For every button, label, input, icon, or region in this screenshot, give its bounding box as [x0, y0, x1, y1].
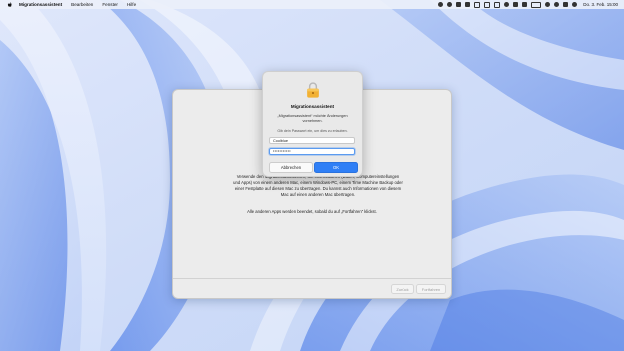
spotify-icon[interactable]	[447, 2, 453, 7]
menu-clock[interactable]: Do. 3. Feb. 15:00	[583, 2, 618, 7]
username-field[interactable]: Coolblue	[269, 137, 355, 144]
volume-icon[interactable]	[522, 2, 528, 7]
cancel-button[interactable]: Abbrechen	[269, 162, 313, 173]
wifi-icon[interactable]	[545, 2, 551, 7]
continue-button[interactable]: Fortfahren	[416, 284, 446, 294]
search-icon[interactable]	[554, 2, 560, 7]
quit-apps-note: Alle anderen Apps werden beendet, sobald…	[247, 209, 377, 214]
display-icon[interactable]	[494, 1, 501, 8]
footer-divider	[173, 278, 451, 279]
app-status-icon[interactable]	[456, 2, 462, 7]
record-icon[interactable]	[438, 2, 444, 7]
menu-app-name[interactable]: Migrationsassistent	[19, 2, 62, 7]
menu-edit[interactable]: Bearbeiten	[71, 2, 93, 7]
dialog-prompt: Gib dein Passwort ein, um dies zu erlaub…	[277, 129, 348, 133]
control-center-icon[interactable]	[563, 2, 569, 7]
bluetooth-icon[interactable]	[484, 1, 491, 8]
dialog-message: „Migrationsassistent“ möchte Änderungen …	[277, 114, 348, 123]
battery-icon[interactable]	[531, 1, 542, 8]
keyboard-icon[interactable]	[513, 2, 519, 7]
dialog-title: Migrationsassistent	[290, 104, 335, 109]
apple-menu-icon[interactable]	[7, 1, 13, 8]
menu-bar: Migrationsassistent Bearbeiten Fenster H…	[0, 0, 624, 9]
time-machine-icon[interactable]	[504, 2, 510, 7]
lock-icon	[307, 82, 319, 98]
menu-help[interactable]: Hilfe	[127, 2, 136, 7]
password-field[interactable]: •••••••••••	[269, 148, 355, 155]
status-area: Do. 3. Feb. 15:00	[438, 0, 618, 9]
grid-icon[interactable]	[465, 2, 471, 7]
menu-window[interactable]: Fenster	[102, 2, 118, 7]
intro-text: Verwende den Migrationsassistenten, um I…	[233, 174, 403, 197]
siri-icon[interactable]	[572, 2, 578, 7]
back-button[interactable]: Zurück	[391, 284, 414, 294]
ok-button[interactable]: OK	[314, 162, 358, 173]
auth-dialog: Migrationsassistent „Migrationsassistent…	[262, 71, 363, 177]
drive-icon[interactable]	[474, 1, 481, 8]
